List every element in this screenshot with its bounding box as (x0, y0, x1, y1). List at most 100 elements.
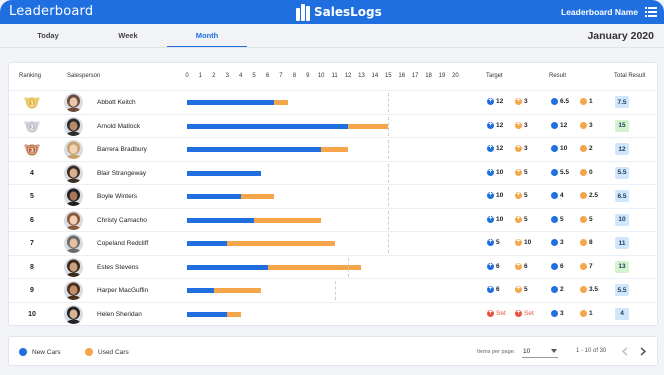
tab-week[interactable]: Week (88, 24, 168, 47)
prev-page-button[interactable] (617, 343, 633, 359)
brand[interactable]: SalesLogs (296, 3, 382, 21)
total-result-badge: 5.5 (615, 166, 629, 179)
app-frame: Leaderboard SalesLogs Leaderboard Name T… (0, 0, 664, 375)
table-row[interactable]: 2 Arnold Matlock 12 3 12 3 15 (9, 113, 657, 138)
salesperson-name[interactable]: Estes Stevens (97, 264, 139, 271)
salesperson-name[interactable]: Arnold Matlock (97, 123, 140, 130)
tab-month[interactable]: Month (167, 24, 247, 47)
target-new-cars[interactable]: 6 (487, 262, 500, 270)
add-target-icon (515, 191, 522, 199)
target-new-cars[interactable]: 10 (487, 191, 503, 199)
target-used-cars[interactable]: 3 (515, 144, 528, 152)
avatar[interactable] (64, 93, 83, 112)
target-used-cars[interactable]: Set (515, 309, 534, 317)
new-cars-bar (187, 311, 228, 317)
list-menu-icon[interactable] (645, 7, 657, 17)
target-marker (334, 281, 336, 300)
salesperson-name[interactable]: Helen Sheridan (97, 311, 142, 318)
rank-number: 4 (30, 169, 34, 177)
target-used-cars[interactable]: 5 (515, 191, 528, 199)
tab-today[interactable]: Today (8, 24, 88, 47)
result-new-cars: 2 (551, 286, 564, 293)
result-new-cars: 5.5 (551, 168, 569, 176)
result-new-value: 3 (560, 239, 564, 246)
target-used-cars[interactable]: 6 (515, 262, 528, 270)
target-new-cars[interactable]: Set (487, 309, 506, 317)
scale-tick: 10 (317, 73, 325, 79)
target-new-cars[interactable]: 12 (487, 121, 503, 129)
header-salesperson: Salesperson (67, 73, 101, 79)
add-target-icon (487, 285, 494, 293)
table-row[interactable]: 6 Christy Camacho 10 5 5 5 10 (9, 207, 657, 232)
result-used-value: 5 (589, 215, 593, 223)
rank-number: 10 (28, 310, 36, 318)
used-cars-dot-icon (580, 145, 587, 152)
table-row[interactable]: 7 Copeland Redcliff 5 10 3 8 11 (9, 231, 657, 255)
target-new-cars[interactable]: 10 (487, 215, 503, 223)
table-row[interactable]: 4 Blair Strangeway 10 5 5.5 0 5.5 (9, 160, 657, 185)
result-new-value: 5 (560, 215, 564, 223)
new-cars-dot-icon (551, 239, 558, 246)
total-result-badge: 7.5 (615, 96, 629, 108)
target-new-value: Set (496, 309, 506, 317)
target-marker (388, 234, 390, 253)
avatar[interactable] (64, 116, 83, 136)
salesperson-name[interactable]: Harper MacGuffin (97, 287, 148, 294)
target-used-cars[interactable]: 5 (515, 215, 528, 223)
target-used-cars[interactable]: 5 (515, 168, 528, 176)
avatar[interactable] (64, 281, 83, 300)
target-new-cars[interactable]: 12 (487, 144, 503, 152)
target-new-cars[interactable]: 5 (487, 238, 500, 246)
leaderboard-name[interactable]: Leaderboard Name (561, 7, 638, 17)
result-new-value: 6.5 (560, 98, 570, 105)
table-row[interactable]: 5 Boyle Winters 10 5 4 2.5 6.5 (9, 184, 657, 208)
scale-tick: 19 (438, 73, 446, 79)
add-target-icon (515, 238, 522, 246)
target-used-value: 5 (524, 192, 528, 199)
table-row[interactable]: 10 Helen Sheridan Set Set 3 1 4 (9, 301, 657, 326)
table-row[interactable]: 8 Estes Stevens 6 6 6 7 13 (9, 254, 657, 279)
table-row[interactable]: 3 Barrera Bradbury 12 3 10 2 12 (9, 137, 657, 161)
avatar[interactable] (64, 187, 83, 206)
salesperson-name[interactable]: Copeland Redcliff (97, 240, 148, 247)
result-used-value: 0 (589, 168, 593, 176)
target-new-cars[interactable]: 12 (487, 97, 503, 105)
used-cars-bar (213, 288, 261, 293)
salesperson-name[interactable]: Abbott Keitch (97, 99, 136, 106)
target-used-value: 5 (524, 215, 528, 223)
target-used-cars[interactable]: 10 (515, 238, 531, 246)
avatar[interactable] (64, 163, 83, 183)
items-per-page-select[interactable]: 10 (522, 345, 558, 358)
table-row[interactable]: 9 Harper MacGuffin 6 5 2 3.5 5.5 (9, 278, 657, 302)
salesperson-name[interactable]: Boyle Winters (97, 193, 137, 200)
add-target-icon (515, 97, 522, 105)
period-label: January 2020 (587, 30, 654, 42)
avatar[interactable] (64, 234, 83, 253)
target-new-cars[interactable]: 6 (487, 285, 500, 293)
target-used-cars[interactable]: 3 (515, 121, 528, 129)
target-used-cars[interactable]: 3 (515, 97, 528, 105)
table-row[interactable]: 1 Abbott Keitch 12 3 6.5 1 7.5 (9, 90, 657, 114)
target-new-cars[interactable]: 10 (487, 168, 503, 176)
result-new-value: 3 (560, 309, 564, 317)
avatar[interactable] (64, 257, 83, 277)
header-total-result: Total Result (614, 73, 646, 79)
add-target-icon (515, 285, 522, 293)
avatar[interactable] (64, 304, 83, 324)
leaderboard-table: Ranking Salesperson 0 1 2 3 4 5 6 7 8 9 10 11 12 13 14… (8, 62, 658, 326)
add-target-icon (487, 97, 494, 105)
salesperson-name[interactable]: Barrera Bradbury (97, 146, 147, 153)
period-tabs: Today Week Month January 2020 (0, 24, 664, 48)
salesperson-name[interactable]: Christy Camacho (97, 217, 147, 224)
target-used-cars[interactable]: 5 (515, 285, 528, 293)
used-cars-bar (227, 241, 335, 246)
avatar[interactable] (64, 210, 83, 230)
used-cars-bar (348, 123, 389, 129)
gold-medal-icon: 1 (24, 97, 40, 109)
target-new-value: 6 (496, 286, 500, 293)
salesperson-name[interactable]: Blair Strangeway (97, 170, 146, 177)
avatar[interactable] (64, 140, 83, 159)
bronze-medal-icon: 3 (24, 144, 40, 156)
next-page-button[interactable] (635, 343, 651, 359)
result-new-value: 4 (560, 192, 564, 199)
